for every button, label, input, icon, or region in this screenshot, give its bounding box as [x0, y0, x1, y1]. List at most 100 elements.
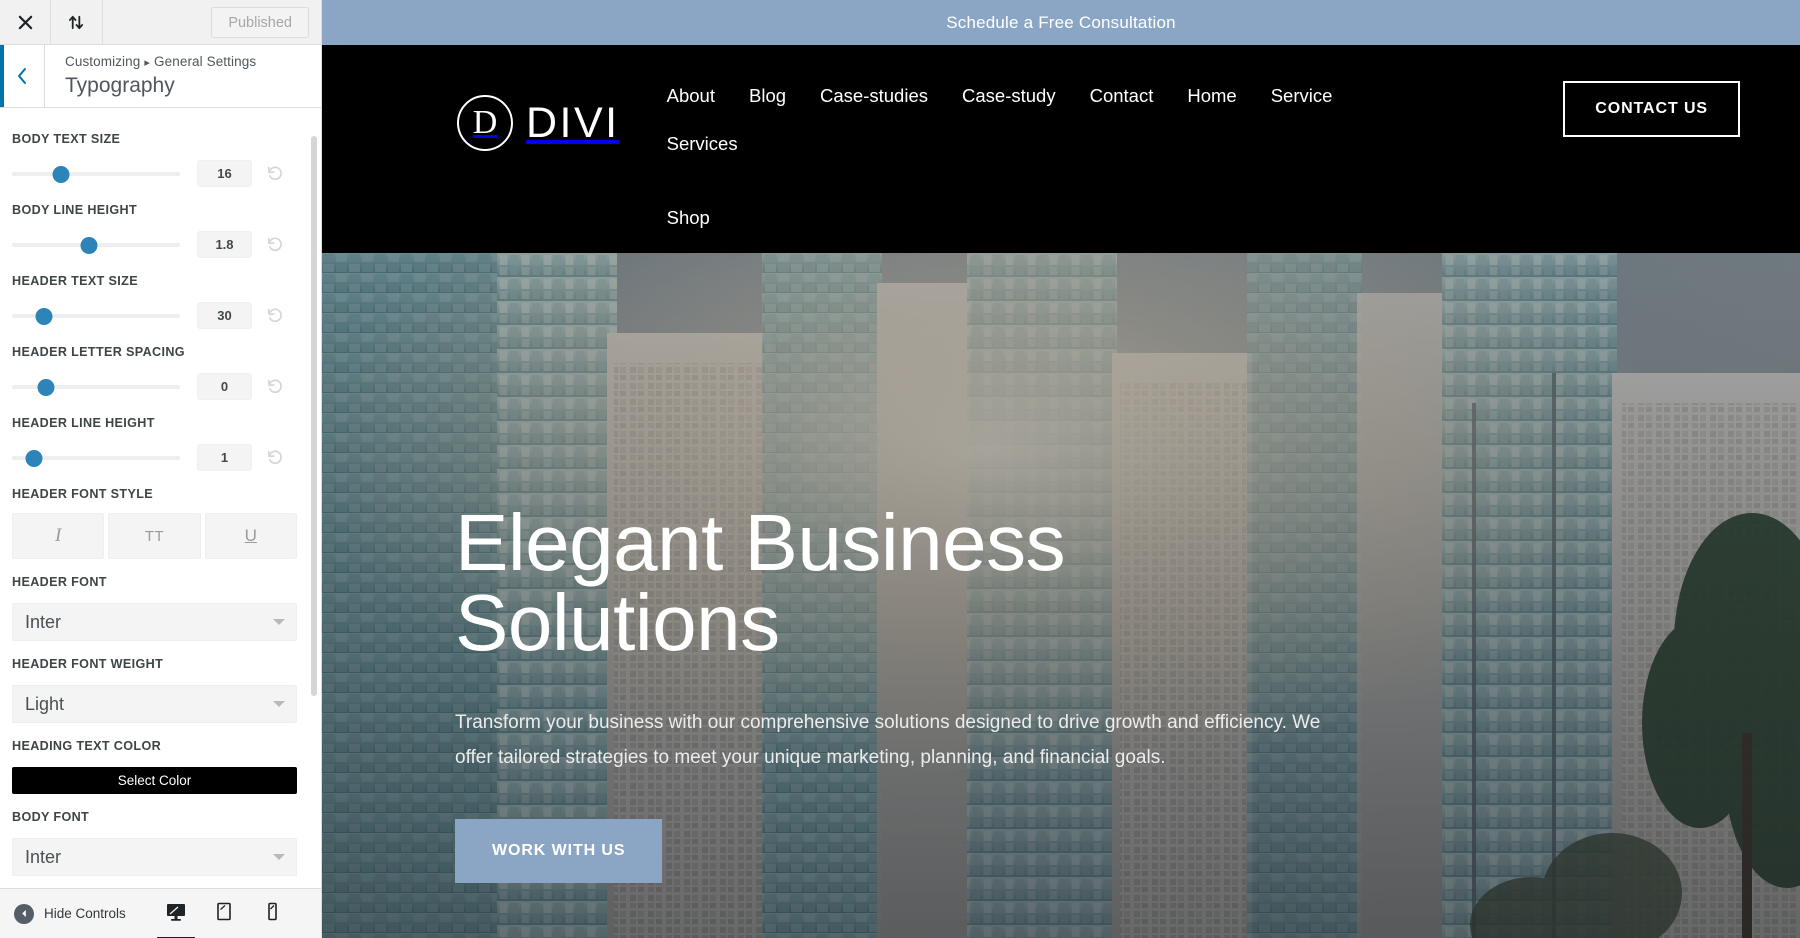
- header-font-weight-select[interactable]: Light: [12, 685, 297, 723]
- control-header-text-size: HEADER TEXT SIZE 30: [12, 274, 297, 329]
- control-label: BODY LINE HEIGHT: [12, 203, 138, 217]
- nav-link-contact[interactable]: Contact: [1073, 85, 1171, 107]
- nav-link-home[interactable]: Home: [1170, 85, 1253, 107]
- control-header-letter-spacing: HEADER LETTER SPACING 0: [12, 345, 297, 400]
- range-row: 0: [12, 373, 297, 400]
- work-with-us-button[interactable]: WORK WITH US: [455, 819, 663, 884]
- header-text-size-slider[interactable]: [12, 307, 180, 325]
- body-line-height-slider[interactable]: [12, 236, 180, 254]
- control-label: HEADER TEXT SIZE: [12, 274, 138, 288]
- reset-button[interactable]: [261, 232, 287, 258]
- desktop-preview-icon: [167, 903, 185, 921]
- site-preview-frame: Schedule a Free Consultation D DIVI Abou…: [322, 0, 1800, 938]
- left-arrow-glyph: [21, 909, 26, 918]
- control-body-text-size: BODY TEXT SIZE 16: [12, 132, 297, 187]
- sidebar-scrollbar[interactable]: [311, 136, 317, 696]
- announcement-bar[interactable]: Schedule a Free Consultation: [322, 0, 1800, 45]
- slider-thumb[interactable]: [52, 165, 70, 183]
- reset-button[interactable]: [261, 303, 287, 329]
- header-font-weight-value: Light: [25, 693, 65, 714]
- nav-link-services[interactable]: Services: [650, 133, 755, 155]
- header-text-size-value[interactable]: 30: [197, 302, 252, 329]
- hero-section: Elegant Business Solutions Transform you…: [322, 253, 1800, 938]
- chevron-down-icon: [273, 701, 285, 707]
- back-button[interactable]: [0, 45, 45, 107]
- circle-left-arrow-icon: [14, 903, 34, 924]
- hide-controls-label: Hide Controls: [44, 906, 126, 921]
- nav-link-service[interactable]: Service: [1254, 85, 1350, 107]
- site-header: D DIVI About Blog Case-studies Case-stud…: [322, 45, 1800, 253]
- body-line-height-value[interactable]: 1.8: [197, 231, 252, 258]
- breadcrumb-separator: ▸: [144, 57, 151, 69]
- body-font-select[interactable]: Inter: [12, 838, 297, 876]
- slider-thumb[interactable]: [80, 236, 98, 254]
- breadcrumb-root: Customizing: [65, 54, 141, 69]
- header-font-select[interactable]: Inter: [12, 603, 297, 641]
- customizer-sidebar: Published Customizing ▸ General Settings T…: [0, 0, 322, 938]
- tablet-preview-icon: [217, 902, 231, 920]
- italic-toggle[interactable]: I: [12, 513, 105, 559]
- hero-title-line-2: Solutions: [455, 578, 780, 667]
- site-logo[interactable]: D DIVI: [457, 95, 620, 151]
- uppercase-toggle[interactable]: TT: [108, 513, 201, 559]
- hero-title: Elegant Business Solutions: [455, 503, 1322, 663]
- slider-thumb[interactable]: [25, 449, 43, 467]
- device-preview-group: [157, 897, 307, 938]
- hero-title-line-1: Elegant Business: [455, 498, 1066, 587]
- control-label: HEADER FONT STYLE: [12, 487, 153, 501]
- reset-button[interactable]: [261, 161, 287, 187]
- close-icon: [18, 15, 32, 29]
- control-label: HEADER LETTER SPACING: [12, 345, 185, 359]
- tablet-preview-button[interactable]: [209, 897, 239, 931]
- control-label: BODY TEXT SIZE: [12, 132, 121, 146]
- nav-link-shop[interactable]: Shop: [650, 207, 727, 229]
- nav-link-about[interactable]: About: [650, 85, 732, 107]
- body-text-size-slider[interactable]: [12, 165, 180, 183]
- customizer-topbar: Published: [0, 0, 321, 45]
- breadcrumb-section: General Settings: [154, 54, 257, 69]
- underline-toggle[interactable]: U: [204, 513, 297, 559]
- control-header-line-height: HEADER LINE HEIGHT 1: [12, 416, 297, 471]
- chevron-left-icon: [18, 68, 26, 84]
- primary-menu: About Blog Case-studies Case-study Conta…: [650, 69, 1350, 229]
- header-line-height-value[interactable]: 1: [197, 444, 252, 471]
- collapse-arrows-icon: [68, 15, 84, 29]
- chevron-down-icon: [273, 619, 285, 625]
- range-row: 1: [12, 444, 297, 471]
- nav-link-case-studies[interactable]: Case-studies: [803, 85, 945, 107]
- logo-text: DIVI: [526, 98, 620, 147]
- range-row: 1.8: [12, 231, 297, 258]
- nav-link-blog[interactable]: Blog: [732, 85, 803, 107]
- header-letter-spacing-slider[interactable]: [12, 378, 180, 396]
- control-body-font: BODY FONT Inter: [12, 810, 297, 876]
- undo-icon: [267, 379, 282, 394]
- hide-controls-button[interactable]: Hide Controls: [14, 903, 126, 924]
- header-letter-spacing-value[interactable]: 0: [197, 373, 252, 400]
- close-customizer-button[interactable]: [0, 0, 51, 44]
- select-color-button[interactable]: Select Color: [12, 767, 297, 794]
- breadcrumb: Customizing ▸ General Settings: [65, 53, 256, 71]
- range-row: 16: [12, 160, 297, 187]
- nav-inner: D DIVI About Blog Case-studies Case-stud…: [322, 69, 1740, 229]
- header-font-value: Inter: [25, 611, 62, 632]
- body-font-value: Inter: [25, 846, 62, 867]
- font-style-button-group: I TT U: [12, 513, 297, 559]
- reset-button[interactable]: [261, 374, 287, 400]
- desktop-preview-button[interactable]: [157, 897, 195, 938]
- hero-content: Elegant Business Solutions Transform you…: [322, 253, 1322, 884]
- customizer-app: Published Customizing ▸ General Settings T…: [0, 0, 1800, 938]
- body-text-size-value[interactable]: 16: [197, 160, 252, 187]
- slider-thumb[interactable]: [35, 307, 53, 325]
- header-line-height-slider[interactable]: [12, 449, 180, 467]
- mobile-preview-button[interactable]: [257, 897, 287, 931]
- panel-title-wrap: Customizing ▸ General Settings Typography: [45, 45, 256, 107]
- reset-button[interactable]: [261, 445, 287, 471]
- collapse-sidebar-button[interactable]: [51, 0, 103, 44]
- contact-us-button[interactable]: CONTACT US: [1563, 81, 1740, 137]
- customizer-footer: Hide Controls: [0, 888, 321, 938]
- slider-thumb[interactable]: [37, 378, 55, 396]
- control-label: HEADER LINE HEIGHT: [12, 416, 155, 430]
- nav-link-case-study[interactable]: Case-study: [945, 85, 1073, 107]
- mobile-preview-icon: [268, 902, 277, 920]
- published-button[interactable]: Published: [211, 6, 309, 38]
